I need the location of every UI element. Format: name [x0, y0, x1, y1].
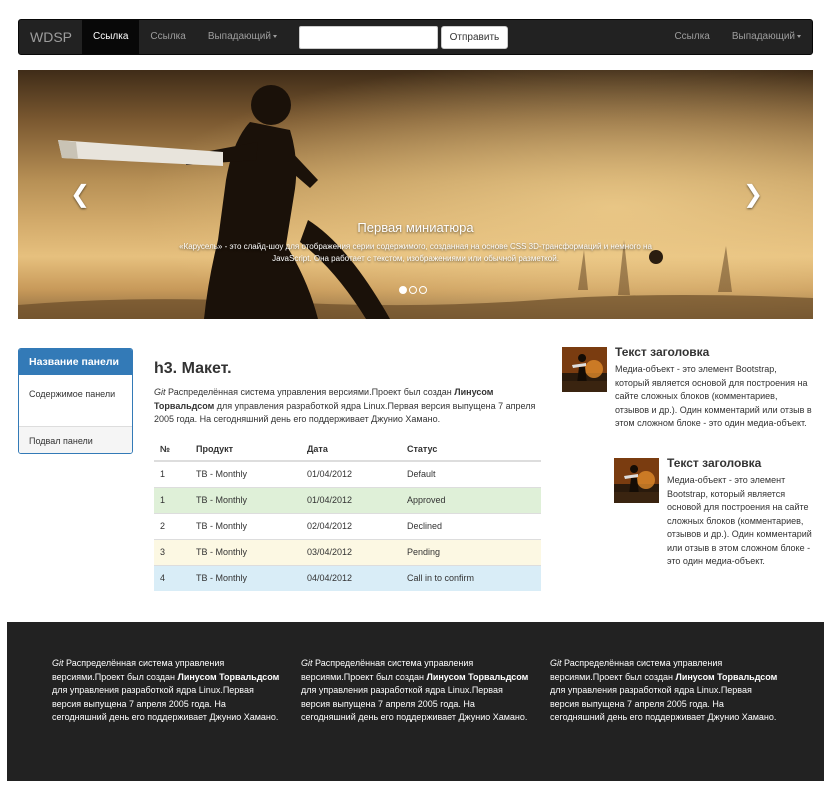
table-header-date: Дата [301, 437, 401, 462]
panel-heading: Название панели [19, 349, 132, 375]
table-header-row: № Продукт Дата Статус [154, 437, 541, 462]
media-body: Текст заголовка Медиа-объект - это элеме… [667, 456, 812, 569]
table-cell-date: 01/04/2012 [301, 460, 401, 487]
table-cell-num: 1 [154, 486, 190, 513]
table-cell-product: TB - Monthly [190, 564, 301, 591]
footer-text-2: для управления разработкой ядра Linux.Пе… [550, 685, 777, 722]
footer-text-2: для управления разработкой ядра Linux.Пе… [301, 685, 528, 722]
media-text: Медиа-объект - это элемент Bootstrap, ко… [615, 364, 812, 428]
chevron-left-icon[interactable]: ❮ [70, 182, 90, 206]
table-header-num: № [154, 437, 190, 462]
footer-strong: Линусом Торвальдсом [675, 671, 778, 682]
panel-footer: Подвал панели [19, 426, 132, 453]
table-cell-product: TB - Monthly [190, 460, 301, 487]
section-heading: h3. Макет. [154, 360, 232, 377]
media-heading: Текст заголовка [615, 345, 710, 359]
panel: Название панели Содержимое панели Подвал… [18, 348, 133, 454]
media-text: Медиа-объект - это элемент Bootstrap, ко… [667, 475, 812, 566]
footer-column: Git Распределённая система управления ве… [301, 657, 531, 725]
table-cell-date: 02/04/2012 [301, 512, 401, 539]
submit-button[interactable]: Отправить [440, 25, 508, 49]
footer-strong: Линусом Торвальдсом [177, 671, 280, 682]
footer-text-2: для управления разработкой ядра Linux.Пе… [52, 685, 279, 722]
footer-em: Git [301, 658, 313, 668]
nav-dropdown-label: Выпадающий [207, 31, 271, 42]
table-cell-product: TB - Monthly [190, 538, 301, 565]
table-cell-status: Approved [401, 486, 541, 513]
table-cell-product: TB - Monthly [190, 486, 301, 513]
table-cell-status: Pending [401, 538, 541, 565]
carousel-indicator-dot[interactable] [419, 286, 427, 294]
carousel-caption-text: «Карусель» - это слайд-шоу для отображен… [179, 242, 652, 263]
search-input[interactable] [298, 25, 438, 49]
table-cell-status: Default [401, 460, 541, 487]
nav-right-link[interactable]: Ссылка [663, 20, 720, 54]
media-body: Текст заголовка Медиа-объект - это элеме… [615, 345, 812, 431]
table-cell-status: Declined [401, 512, 541, 539]
table-cell-product: TB - Monthly [190, 512, 301, 539]
footer-column: Git Распределённая система управления ве… [52, 657, 282, 725]
table-header-product: Продукт [190, 437, 301, 462]
footer: Git Распределённая система управления ве… [7, 622, 824, 781]
table-cell-date: 04/04/2012 [301, 564, 401, 591]
intro-paragraph: Git Распределённая система управления ве… [154, 386, 540, 427]
footer-em: Git [550, 658, 562, 668]
table-row: 3 TB - Monthly 03/04/2012 Pending [154, 538, 541, 565]
carousel-caption: Первая миниатюра «Карусель» - это слайд-… [178, 220, 653, 265]
brand-link[interactable]: WDSP [19, 20, 82, 54]
carousel-indicator-dot[interactable] [409, 286, 417, 294]
caret-down-icon [272, 34, 277, 38]
media-thumbnail [614, 458, 659, 503]
navbar: WDSP Ссылка Ссылка Выпадающий Отправить … [18, 19, 813, 55]
carousel-caption-title: Первая миниатюра [357, 220, 474, 235]
footer-em: Git [52, 658, 64, 668]
nav-dropdown[interactable]: Выпадающий [197, 20, 288, 54]
table-cell-num: 4 [154, 564, 190, 591]
table-row: 4 TB - Monthly 04/04/2012 Call in to con… [154, 564, 541, 591]
table-cell-status: Call in to confirm [401, 564, 541, 591]
data-table: № Продукт Дата Статус 1 TB - Monthly 01/… [154, 437, 541, 591]
nav-right: Ссылка Выпадающий [663, 20, 812, 54]
intro-text-1: Распределённая система управления версия… [165, 387, 455, 397]
footer-strong: Линусом Торвальдсом [426, 671, 529, 682]
nav-link-active[interactable]: Ссылка [82, 20, 140, 54]
table-cell-date: 03/04/2012 [301, 538, 401, 565]
footer-column: Git Распределённая система управления ве… [550, 657, 780, 725]
nav-right-dropdown[interactable]: Выпадающий [721, 20, 812, 54]
table-cell-num: 1 [154, 460, 190, 487]
media-thumbnail [562, 347, 607, 392]
carousel-slide-image [18, 70, 813, 319]
nav-right-dropdown-label: Выпадающий [731, 31, 795, 42]
carousel: ❮ ❯ Первая миниатюра «Карусель» - это сл… [18, 70, 813, 319]
media-object-nested: Текст заголовка Медиа-объект - это элеме… [614, 456, 812, 569]
media-object: Текст заголовка Медиа-объект - это элеме… [562, 345, 812, 431]
table-header-status: Статус [401, 437, 541, 462]
table-cell-num: 3 [154, 538, 190, 565]
carousel-indicator-dot[interactable] [399, 286, 407, 294]
table-row: 1 TB - Monthly 01/04/2012 Default [154, 460, 541, 487]
carousel-indicators [399, 286, 427, 294]
chevron-right-icon[interactable]: ❯ [743, 182, 763, 206]
caret-down-icon [797, 34, 801, 38]
nav-link[interactable]: Ссылка [139, 20, 196, 54]
intro-em: Git [154, 387, 166, 397]
panel-body: Содержимое панели [29, 389, 116, 399]
table-cell-date: 01/04/2012 [301, 486, 401, 513]
table-cell-num: 2 [154, 512, 190, 539]
table-row: 2 TB - Monthly 02/04/2012 Declined [154, 512, 541, 539]
media-heading: Текст заголовка [667, 456, 762, 470]
table-row: 1 TB - Monthly 01/04/2012 Approved [154, 486, 541, 513]
